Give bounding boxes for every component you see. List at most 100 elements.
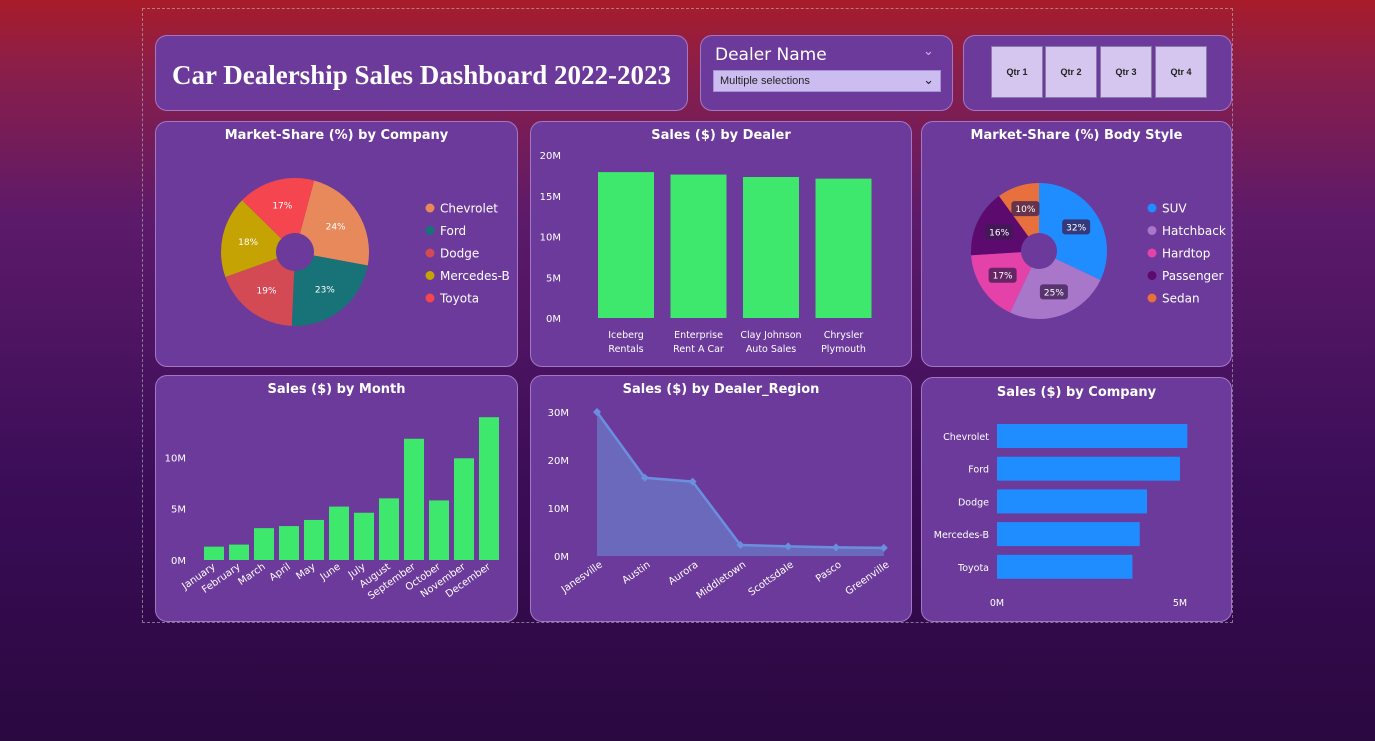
legend-marker [1147,248,1157,258]
legend-marker [425,203,435,213]
dealer-select-dropdown[interactable]: Multiple selections ⌄ [713,70,941,92]
bar [997,522,1140,547]
legend-label: Dodge [440,247,479,261]
bar [454,458,474,560]
legend-marker [1147,271,1157,280]
chevron-down-icon: ⌄ [923,72,934,87]
legend-marker [425,248,435,258]
x-tick-label: Aurora [667,559,701,587]
company-share-card: Market-Share (%) by Company 24% 23% 19% 18%… [155,121,518,367]
y-tick-label: 0M [554,552,569,563]
bar [429,500,449,560]
y-tick-label: 5M [171,505,186,516]
body-share-pie-chart: 32% 25% 17% 16% 10% SUV Hatchback Hardtop Passen… [971,183,1226,319]
x-tick-label: Austin [620,559,652,586]
legend-label: Ford [440,224,466,238]
legend-label: SUV [1162,202,1187,216]
month-sales-bar-chart: 0M5M10MJanuaryFebruaryMarch April May June J… [165,417,499,602]
x-tick-label: Auto Sales [746,344,796,355]
x-tick-label: Enterprise [674,330,723,341]
bar [815,178,872,318]
data-label: 32% [1066,223,1086,233]
y-tick-label: Chevrolet [943,432,989,443]
bar [204,546,224,560]
area-fill [597,412,884,556]
qtr-2-button[interactable]: Qtr 2 [1045,46,1097,98]
title-card: Car Dealership Sales Dashboard 2022-2023 [155,35,688,111]
y-tick-label: 10M [165,453,186,464]
data-label: 17% [272,202,292,212]
bar [379,498,399,560]
dashboard-title: Car Dealership Sales Dashboard 2022-2023 [171,60,672,90]
x-tick-label: Rent A Car [673,344,724,355]
x-tick-label: April [268,561,293,583]
x-tick-label: Rentals [608,344,643,355]
bar [670,174,727,318]
slicer-label: Dealer Name [715,45,827,65]
y-tick-label: 30M [548,408,569,419]
bar [404,438,424,560]
company-sales-hbar-chart: Chevrolet Ford Dodge Mercedes-B Toyota 0M 5M [934,424,1188,609]
qtr-3-button[interactable]: Qtr 3 [1100,46,1152,98]
bar [304,519,324,560]
data-label: 23% [315,286,335,296]
legend-marker [425,226,435,235]
legend-label: Sedan [1162,292,1200,306]
x-tick-label: 0M [990,598,1004,609]
x-tick-label: Pasco [814,559,844,584]
legend-marker [425,293,435,303]
region-sales-card: Sales ($) by Dealer_Region 0M 10M 20M 30M Ja… [530,375,912,622]
y-tick-label: Mercedes-B [934,530,989,541]
qtr-1-button[interactable]: Qtr 1 [991,46,1043,98]
data-label: 19% [257,287,277,297]
bar [997,456,1180,481]
y-tick-label: Dodge [958,497,989,508]
x-tick-label: Clay Johnson [740,330,801,341]
region-sales-area-chart: 0M 10M 20M 30M Janesville Austin AuroraMiddlet… [548,408,892,601]
qtr-4-button[interactable]: Qtr 4 [1155,46,1207,98]
bar [354,512,374,560]
body-share-card: Market-Share (%) Body Style 32% 25% 17% 16%… [921,121,1232,367]
y-tick-label: 15M [540,192,561,203]
y-tick-label: 0M [171,556,186,567]
data-label: 25% [1044,288,1064,298]
x-tick-label: Janesville [559,559,605,596]
quarter-slicer: Qtr 1 Qtr 2 Qtr 3 Qtr 4 [963,35,1232,111]
bar [997,489,1148,514]
bar [479,417,499,560]
legend-marker [1147,293,1157,303]
data-label: 24% [326,222,346,232]
legend-marker [1147,203,1157,213]
x-tick-label: June [318,561,343,583]
x-tick-label: 5M [1173,598,1187,609]
x-tick-label: Chrysler [824,330,864,341]
x-tick-label: May [294,561,317,582]
legend-label: Passenger [1162,269,1224,283]
bar [254,528,274,560]
y-tick-label: 20M [548,456,569,467]
dealer-slicer: Dealer Name ⌄ Multiple selections ⌄ [700,35,953,111]
x-tick-label: Scottsdale [747,559,796,598]
legend-marker [1147,226,1157,235]
x-tick-label: Iceberg [608,330,644,341]
x-tick-label: Greenville [844,559,892,597]
month-sales-card: Sales ($) by Month 0M 5M 10M January Februar… [155,375,518,622]
x-tick-label: Plymouth [821,344,866,355]
data-label: 17% [993,272,1013,282]
legend-label: Chevrolet [440,202,498,216]
bar [329,506,349,560]
chevron-down-icon[interactable]: ⌄ [923,44,934,59]
select-value: Multiple selections [720,75,810,87]
dealer-sales-card: Sales ($) by Dealer 0M 5M 10M 15M 20M Iceberg… [530,121,912,367]
bar [279,526,299,560]
data-label: 10% [1015,205,1035,215]
bar [997,554,1133,579]
bar [229,544,249,560]
bar [743,177,799,318]
bar [598,172,654,318]
y-tick-label: 0M [546,314,561,325]
legend-label: Hatchback [1162,224,1226,238]
data-label: 16% [989,228,1009,238]
company-share-pie-chart: 24% 23% 19% 18% 17% Chevrolet Ford Dodge Mercede… [221,178,510,326]
bar [997,424,1188,448]
